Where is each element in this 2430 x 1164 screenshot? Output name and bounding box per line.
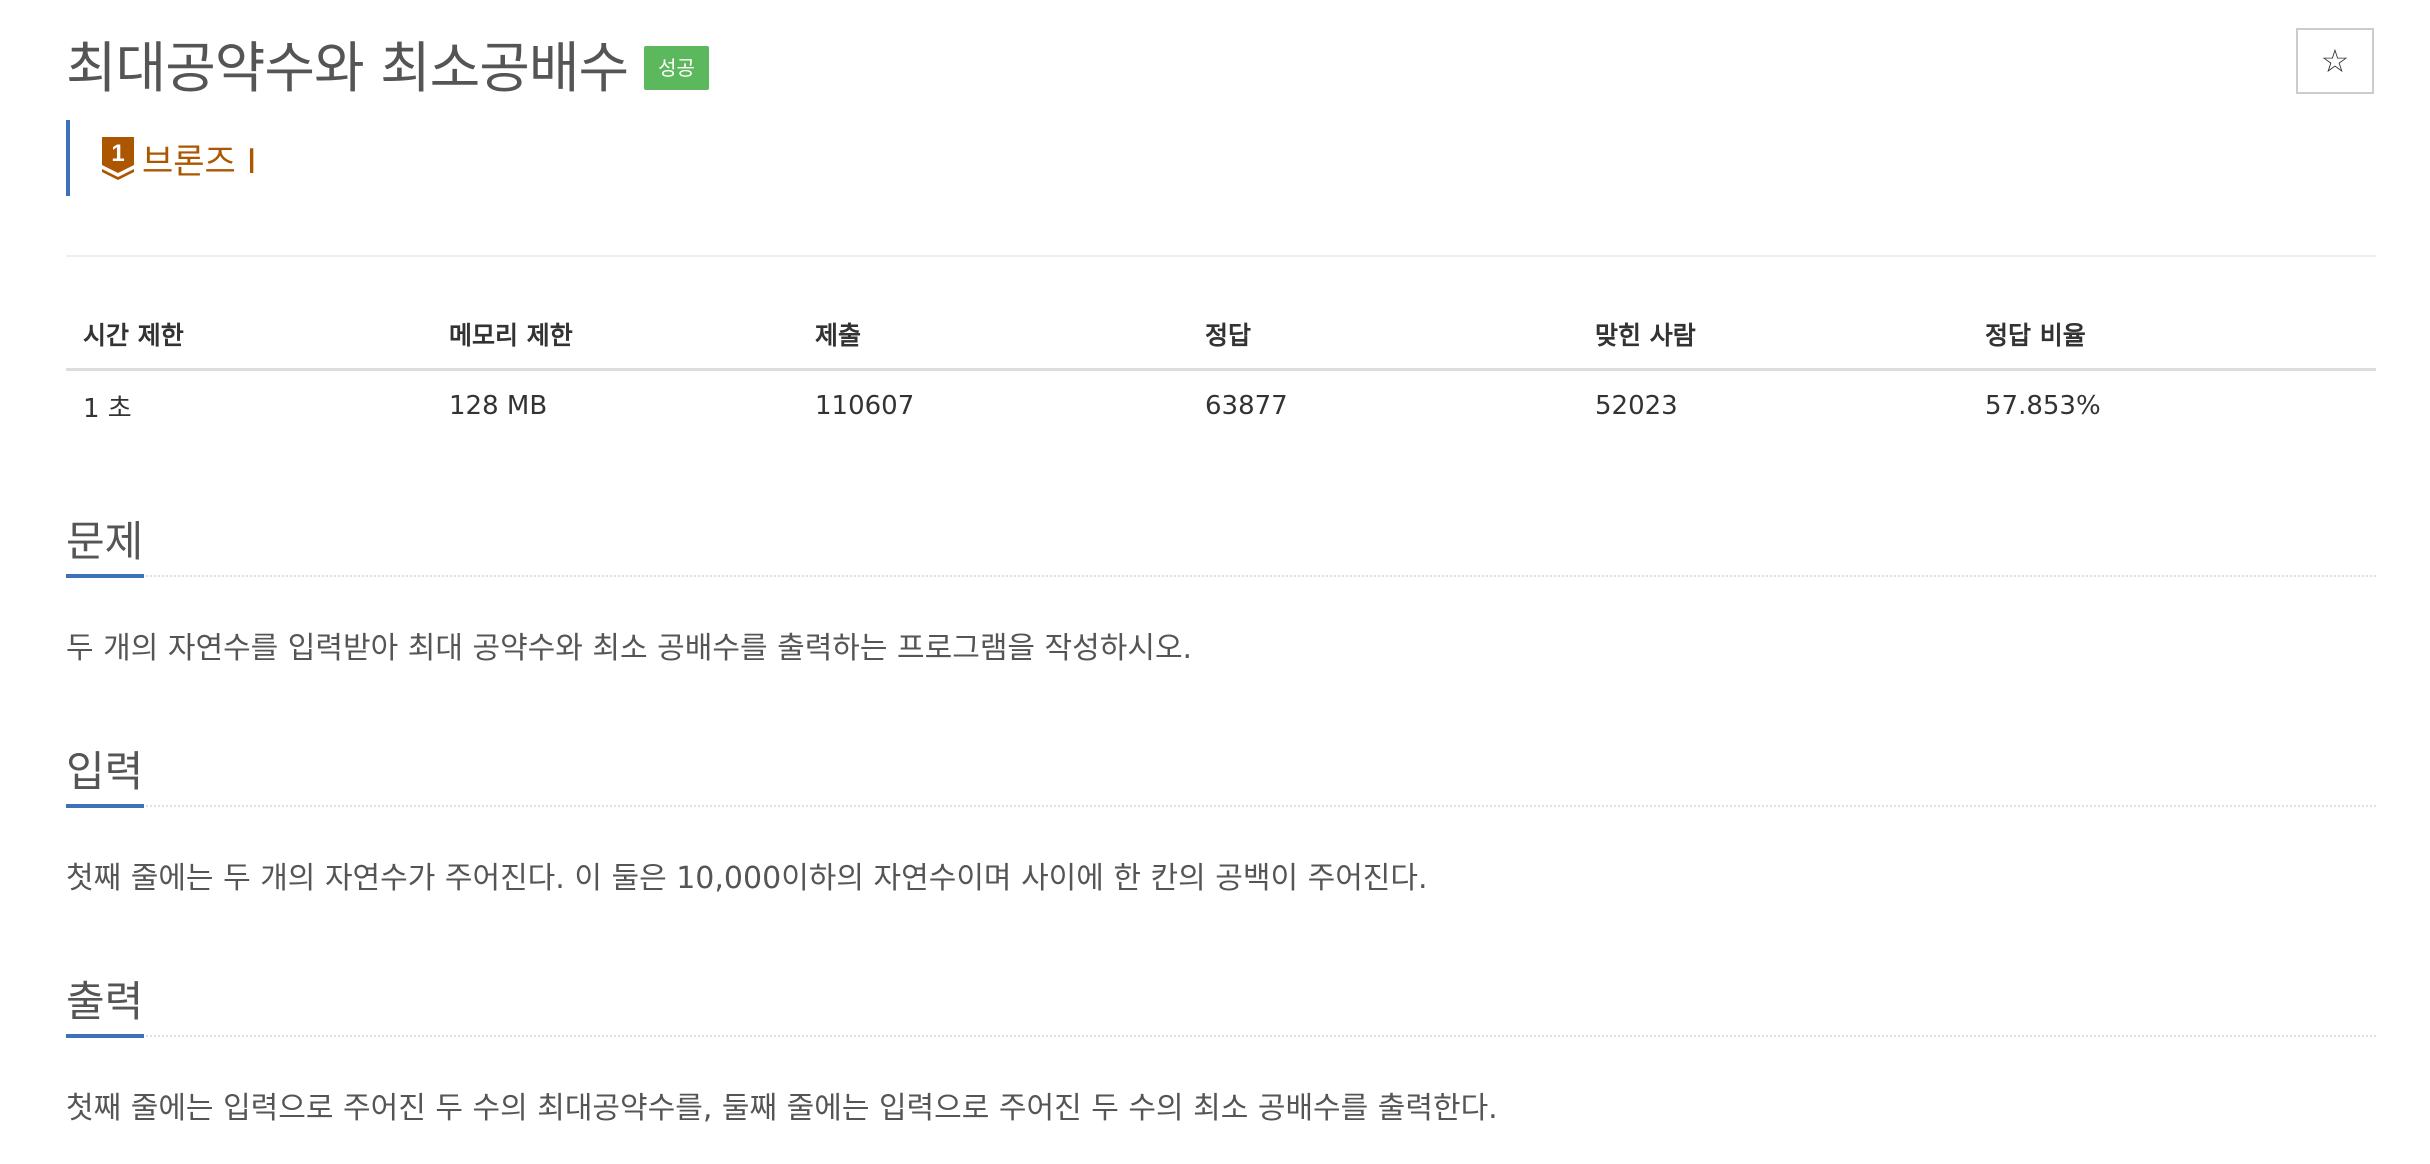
section-headline: 문제 (66, 495, 2376, 578)
section-title-problem: 문제 (66, 517, 144, 566)
solved-users-value[interactable]: 52023 (1578, 370, 1968, 442)
section-underline (66, 1034, 144, 1038)
section-input: 입력 첫째 줄에는 두 개의 자연수가 주어진다. 이 둘은 10,000이하의… (66, 725, 2376, 897)
bronze-tier-icon: 1 (102, 137, 134, 180)
section-headline: 출력 (66, 955, 2376, 1038)
divider (66, 255, 2376, 257)
section-title-input: 입력 (66, 747, 144, 796)
section-underline (66, 574, 144, 578)
header-memory-limit: 메모리 제한 (432, 300, 798, 371)
header-submissions: 제출 (798, 300, 1188, 371)
accept-ratio-value: 57.853% (1985, 391, 2101, 421)
tier-number: 1 (111, 140, 124, 167)
header-solved-users: 맞힌 사람 (1578, 300, 1968, 371)
problem-info-table: 시간 제한 메모리 제한 제출 정답 맞힌 사람 정답 비율 1 초 128 M… (66, 300, 2376, 441)
section-problem: 문제 두 개의 자연수를 입력받아 최대 공약수와 최소 공배수를 출력하는 프… (66, 495, 2376, 667)
problem-description: 두 개의 자연수를 입력받아 최대 공약수와 최소 공배수를 출력하는 프로그램… (66, 631, 1193, 666)
table-header-row: 시간 제한 메모리 제한 제출 정답 맞힌 사람 정답 비율 (66, 300, 2376, 371)
star-icon: ☆ (2320, 42, 2350, 80)
header-accepted: 정답 (1188, 300, 1578, 371)
title-row: 최대공약수와 최소공배수 성공 (66, 28, 709, 100)
page-title: 최대공약수와 최소공배수 (66, 36, 629, 100)
submissions-value[interactable]: 110607 (798, 370, 1188, 442)
tier-box: 1 브론즈 I (66, 120, 257, 196)
section-underline (66, 804, 144, 808)
header-time-limit: 시간 제한 (66, 300, 432, 371)
status-badge: 성공 (644, 46, 709, 90)
input-description: 첫째 줄에는 두 개의 자연수가 주어진다. 이 둘은 10,000이하의 자연… (66, 861, 1428, 896)
header-accept-ratio: 정답 비율 (1968, 300, 2376, 371)
table-row: 1 초 128 MB 110607 63877 52023 57.853% (66, 370, 2376, 442)
time-limit-value: 1 초 (83, 393, 132, 424)
section-output: 출력 첫째 줄에는 입력으로 주어진 두 수의 최대공약수를, 둘째 줄에는 입… (66, 955, 2376, 1127)
section-headline: 입력 (66, 725, 2376, 808)
memory-limit-value: 128 MB (449, 391, 548, 421)
section-title-output: 출력 (66, 977, 144, 1026)
accepted-value[interactable]: 63877 (1188, 370, 1578, 442)
favorite-button[interactable]: ☆ (2296, 28, 2374, 94)
output-description: 첫째 줄에는 입력으로 주어진 두 수의 최대공약수를, 둘째 줄에는 입력으로… (66, 1091, 1498, 1126)
tier-label[interactable]: 브론즈 I (142, 134, 257, 183)
